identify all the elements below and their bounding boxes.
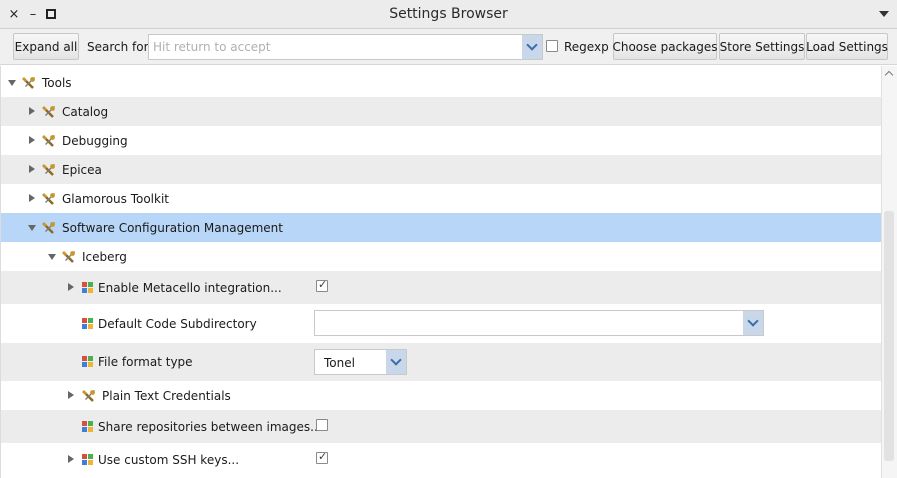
dropdown-button[interactable]	[386, 350, 406, 374]
tree-row-debugging[interactable]: Debugging	[1, 126, 881, 155]
tree-row-catalog[interactable]: Catalog	[1, 97, 881, 126]
tree-label: Plain Text Credentials	[102, 389, 231, 403]
vertical-scrollbar[interactable]	[881, 66, 897, 478]
tree-label: Catalog	[62, 105, 109, 119]
collapsed-arrow-icon[interactable]	[29, 136, 35, 144]
use-custom-ssh-keys-checkbox[interactable]: ✓	[316, 450, 328, 464]
search-history-button[interactable]	[522, 35, 542, 59]
tree-row-epicea[interactable]: Epicea	[1, 155, 881, 184]
default-code-subdirectory-dropdown[interactable]	[314, 310, 764, 336]
setting-grid-icon	[82, 318, 94, 330]
collapsed-arrow-icon[interactable]	[29, 165, 35, 173]
tree-label: Epicea	[62, 163, 102, 177]
tree-row-file-format-type[interactable]: File format type Tonel	[1, 343, 881, 381]
chevron-down-icon	[526, 39, 538, 51]
collapsed-arrow-icon[interactable]	[68, 283, 74, 291]
tree-label: Share repositories between images...	[98, 420, 322, 434]
wrench-screwdriver-icon	[42, 164, 55, 176]
wrench-screwdriver-icon	[82, 390, 95, 402]
regexp-label: Regexp	[564, 40, 609, 54]
wrench-screwdriver-icon	[22, 77, 35, 89]
tree-label: Debugging	[62, 134, 128, 148]
tree-label: Enable Metacello integration...	[98, 281, 282, 295]
collapsed-arrow-icon[interactable]	[68, 455, 74, 463]
tree-row-enable-metacello[interactable]: Enable Metacello integration... ✓	[1, 271, 881, 304]
checkmark-icon: ✓	[318, 278, 328, 291]
scrollbar-thumb[interactable]	[884, 211, 894, 461]
setting-grid-icon	[82, 454, 94, 466]
window-menu-icon[interactable]	[879, 11, 889, 17]
expand-all-button[interactable]: Expand all	[13, 33, 79, 60]
enable-metacello-checkbox[interactable]: ✓	[316, 278, 328, 292]
dropdown-button[interactable]	[743, 311, 763, 335]
search-combobox	[148, 34, 543, 60]
tree-label: Iceberg	[82, 250, 127, 264]
load-settings-button[interactable]: Load Settings	[806, 33, 888, 60]
chevron-down-icon	[390, 354, 402, 366]
tree-label: Use custom SSH keys...	[98, 453, 240, 467]
tree-row-software-configuration-management[interactable]: Software Configuration Management	[1, 213, 881, 242]
expanded-arrow-icon[interactable]	[28, 225, 36, 231]
wrench-screwdriver-icon	[42, 106, 55, 118]
setting-grid-icon	[82, 356, 94, 368]
scroll-up-icon[interactable]	[884, 70, 894, 80]
search-label: Search for:	[87, 40, 153, 54]
window-titlebar: × – Settings Browser	[0, 0, 897, 29]
wrench-screwdriver-icon	[42, 135, 55, 147]
setting-grid-icon	[82, 282, 94, 294]
tree-row-plain-text-credentials[interactable]: Plain Text Credentials	[1, 381, 881, 410]
chevron-down-icon	[747, 315, 759, 327]
regexp-checkbox[interactable]	[546, 40, 558, 52]
wrench-screwdriver-icon	[42, 222, 55, 234]
tree-row-iceberg[interactable]: Iceberg	[1, 242, 881, 271]
tree-row-tools[interactable]: Tools	[1, 68, 881, 97]
tree-label: Software Configuration Management	[62, 221, 283, 235]
window-title: Settings Browser	[389, 6, 508, 22]
checkmark-icon: ✓	[318, 450, 328, 463]
expanded-arrow-icon[interactable]	[48, 254, 56, 260]
choose-packages-button[interactable]: Choose packages	[612, 33, 718, 60]
collapsed-arrow-icon[interactable]	[29, 107, 35, 115]
dropdown-value: Tonel	[324, 356, 355, 370]
tree-label: Tools	[42, 76, 72, 90]
tree-row-share-repositories[interactable]: Share repositories between images...	[1, 410, 881, 443]
store-settings-button[interactable]: Store Settings	[719, 33, 805, 60]
collapsed-arrow-icon[interactable]	[68, 391, 74, 399]
settings-tree: Tools Catalog Debugging Epicea Glamorous…	[0, 66, 881, 478]
tree-row-glamorous-toolkit[interactable]: Glamorous Toolkit	[1, 184, 881, 213]
wrench-screwdriver-icon	[62, 251, 75, 263]
file-format-type-dropdown[interactable]: Tonel	[314, 349, 407, 375]
collapsed-arrow-icon[interactable]	[29, 194, 35, 202]
tree-label: Glamorous Toolkit	[62, 192, 169, 206]
share-repositories-checkbox[interactable]	[316, 419, 328, 431]
tree-label: Default Code Subdirectory	[98, 317, 257, 331]
setting-grid-icon	[82, 421, 94, 433]
toolbar: Expand all Search for: Regexp Choose pac…	[0, 29, 897, 65]
tree-row-use-custom-ssh-keys[interactable]: Use custom SSH keys... ✓	[1, 443, 881, 476]
tree-row-default-code-subdirectory[interactable]: Default Code Subdirectory	[1, 304, 881, 343]
search-input[interactable]	[149, 35, 523, 59]
wrench-screwdriver-icon	[42, 193, 55, 205]
tree-label: File format type	[98, 355, 193, 369]
expanded-arrow-icon[interactable]	[8, 80, 16, 86]
